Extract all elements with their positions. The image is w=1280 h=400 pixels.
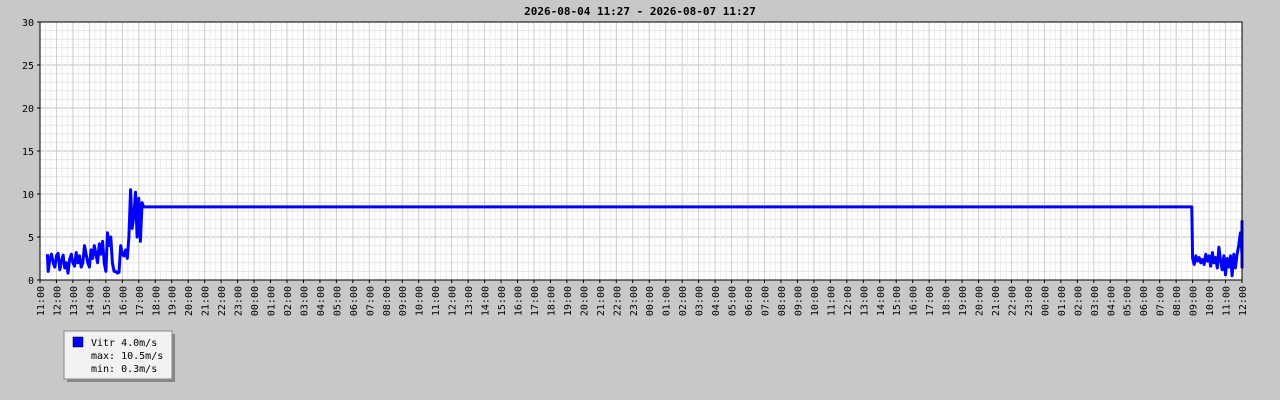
x-tick-label: 21:00 [596,286,607,316]
x-tick-label: 12:00 [1238,286,1249,316]
x-tick-label: 16:00 [909,286,920,316]
y-tick-label: 10 [22,190,34,201]
x-tick-label: 03:00 [299,286,310,316]
x-tick-label: 09:00 [1189,286,1200,316]
x-tick-label: 22:00 [612,286,623,316]
y-tick-label: 20 [22,104,34,115]
legend-max-label: max: 10.5m/s [91,351,163,362]
x-tick-label: 18:00 [942,286,953,316]
x-tick-label: 01:00 [267,286,278,316]
x-tick-label: 16:00 [514,286,525,316]
x-tick-label: 11:00 [36,286,47,316]
legend-swatch [72,336,84,348]
legend-min-label: min: 0.3m/s [91,364,157,375]
x-tick-label: 15:00 [102,286,113,316]
x-tick-label: 12:00 [843,286,854,316]
x-tick-label: 15:00 [892,286,903,316]
x-tick-label: 13:00 [464,286,475,316]
x-tick-label: 06:00 [744,286,755,316]
x-tick-label: 00:00 [645,286,656,316]
x-tick-label: 22:00 [217,286,228,316]
x-tick-label: 04:00 [1106,286,1117,316]
x-tick-label: 14:00 [876,286,887,316]
x-tick-label: 19:00 [563,286,574,316]
x-tick-label: 04:00 [316,286,327,316]
x-tick-label: 00:00 [250,286,261,316]
x-tick-label: 03:00 [695,286,706,316]
x-tick-label: 23:00 [1024,286,1035,316]
x-tick-label: 13:00 [69,286,80,316]
x-tick-label: 16:00 [118,286,129,316]
x-tick-label: 02:00 [678,286,689,316]
legend: Vitr 4.0m/s max: 10.5m/s min: 0.3m/s [63,330,175,382]
x-tick-label: 17:00 [135,286,146,316]
x-tick-label: 07:00 [1156,286,1167,316]
x-tick-label: 02:00 [1073,286,1084,316]
x-tick-label: 10:00 [1205,286,1216,316]
x-tick-label: 08:00 [777,286,788,316]
x-tick-label: 11:00 [1222,286,1233,316]
x-tick-label: 12:00 [52,286,63,316]
x-tick-label: 10:00 [810,286,821,316]
x-tick-label: 00:00 [1040,286,1051,316]
x-tick-label: 09:00 [793,286,804,316]
x-tick-label: 13:00 [859,286,870,316]
y-tick-label: 25 [22,61,34,72]
x-tick-label: 06:00 [349,286,360,316]
x-tick-label: 05:00 [332,286,343,316]
x-tick-label: 04:00 [711,286,722,316]
x-tick-label: 17:00 [925,286,936,316]
wind-speed-chart: 2026-08-04 11:27 - 2026-08-07 11:27 0 5 10… [0,0,1280,400]
x-tick-label: 14:00 [85,286,96,316]
x-tick-label: 20:00 [579,286,590,316]
x-tick-label: 06:00 [1139,286,1150,316]
y-tick-label: 5 [28,233,34,244]
x-tick-label: 21:00 [201,286,212,316]
x-tick-label: 23:00 [234,286,245,316]
x-tick-label: 20:00 [975,286,986,316]
x-tick-label: 09:00 [398,286,409,316]
x-tick-label: 14:00 [481,286,492,316]
chart-title: 2026-08-04 11:27 - 2026-08-07 11:27 [524,5,756,18]
x-tick-label: 11:00 [826,286,837,316]
y-tick-label: 30 [22,18,34,29]
x-tick-label: 08:00 [382,286,393,316]
x-tick-label: 03:00 [1090,286,1101,316]
x-tick-label: 21:00 [991,286,1002,316]
x-tick-label: 05:00 [1123,286,1134,316]
x-tick-label: 02:00 [283,286,294,316]
x-tick-label: 10:00 [415,286,426,316]
y-tick-label: 0 [28,276,34,287]
x-tick-label: 11:00 [431,286,442,316]
x-tick-label: 07:00 [365,286,376,316]
x-tick-label: 01:00 [1057,286,1068,316]
x-tick-label: 23:00 [629,286,640,316]
legend-series-label: Vitr 4.0m/s [91,338,157,349]
x-tick-label: 07:00 [760,286,771,316]
x-tick-label: 05:00 [728,286,739,316]
y-tick-label: 15 [22,147,34,158]
x-tick-label: 22:00 [1007,286,1018,316]
x-tick-label: 19:00 [168,286,179,316]
x-tick-label: 08:00 [1172,286,1183,316]
x-tick-label: 01:00 [662,286,673,316]
x-tick-label: 15:00 [497,286,508,316]
x-tick-label: 18:00 [151,286,162,316]
x-tick-label: 12:00 [448,286,459,316]
x-tick-label: 19:00 [958,286,969,316]
x-tick-label: 17:00 [530,286,541,316]
x-tick-label: 20:00 [184,286,195,316]
x-tick-label: 18:00 [546,286,557,316]
